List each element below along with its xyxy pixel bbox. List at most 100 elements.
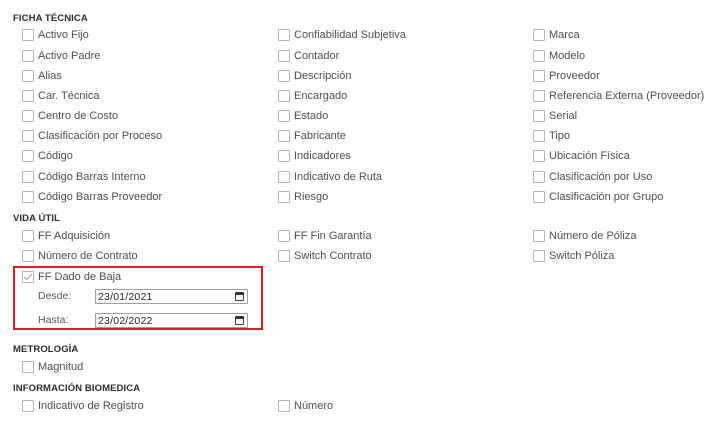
checkbox-activo-fijo[interactable]: Activo Fijo bbox=[22, 27, 89, 43]
checkbox-box[interactable] bbox=[22, 171, 34, 183]
calendar-icon[interactable] bbox=[235, 292, 244, 301]
checkbox-box[interactable] bbox=[278, 110, 290, 122]
checkbox-label: Número de Contrato bbox=[38, 250, 138, 262]
checkbox-contador[interactable]: Contador bbox=[278, 48, 339, 64]
checkbox-riesgo[interactable]: Riesgo bbox=[278, 189, 328, 205]
checkbox-box[interactable] bbox=[22, 250, 34, 262]
checkbox-alias[interactable]: Alias bbox=[22, 68, 62, 84]
checkbox-referencia-externa[interactable]: Referencia Externa (Proveedor) bbox=[533, 88, 704, 104]
checkbox-ff-dado-de-baja[interactable]: FF Dado de Baja bbox=[22, 269, 121, 285]
checkbox-label: Fabricante bbox=[294, 130, 346, 142]
checkbox-codigo[interactable]: Código bbox=[22, 148, 73, 164]
checkbox-proveedor[interactable]: Proveedor bbox=[533, 68, 600, 84]
checkbox-box[interactable] bbox=[278, 250, 290, 262]
checkbox-box[interactable] bbox=[22, 130, 34, 142]
checkbox-centro-de-costo[interactable]: Centro de Costo bbox=[22, 108, 118, 124]
calendar-icon[interactable] bbox=[235, 316, 244, 325]
checkbox-box[interactable] bbox=[533, 171, 545, 183]
hasta-date-value: 23/02/2022 bbox=[98, 314, 153, 327]
checkbox-label: Activo Padre bbox=[38, 50, 101, 62]
checkbox-label: Código Barras Interno bbox=[38, 171, 146, 183]
checkbox-clasificacion-por-proceso[interactable]: Clasificación por Proceso bbox=[22, 128, 162, 144]
checkbox-box[interactable] bbox=[533, 110, 545, 122]
checkbox-car-tecnica[interactable]: Car. Técnica bbox=[22, 88, 100, 104]
checkbox-encargado[interactable]: Encargado bbox=[278, 88, 347, 104]
checkbox-label: FF Adquisición bbox=[38, 230, 111, 242]
checkbox-label: Encargado bbox=[294, 90, 348, 102]
checkbox-label: Riesgo bbox=[294, 191, 329, 203]
checkbox-label: Clasificación por Uso bbox=[549, 171, 653, 183]
checkbox-label: Marca bbox=[549, 29, 580, 41]
desde-date-input[interactable]: 23/01/2021 bbox=[95, 289, 248, 304]
checkbox-box[interactable] bbox=[533, 230, 545, 242]
checkbox-box[interactable] bbox=[278, 70, 290, 82]
checkbox-codigo-barras-interno[interactable]: Código Barras Interno bbox=[22, 169, 146, 185]
checkbox-box[interactable] bbox=[278, 29, 290, 41]
checkbox-tipo[interactable]: Tipo bbox=[533, 128, 570, 144]
checkbox-serial[interactable]: Serial bbox=[533, 108, 577, 124]
hasta-date-input[interactable]: 23/02/2022 bbox=[95, 313, 248, 328]
checkbox-fabricante[interactable]: Fabricante bbox=[278, 128, 346, 144]
checkbox-box[interactable] bbox=[533, 50, 545, 62]
checkbox-box[interactable] bbox=[533, 29, 545, 41]
checkbox-descripcion[interactable]: Descripción bbox=[278, 68, 351, 84]
checkbox-label: Indicativo de Registro bbox=[38, 400, 144, 412]
checkbox-indicadores[interactable]: Indicadores bbox=[278, 148, 351, 164]
checkbox-box[interactable] bbox=[533, 70, 545, 82]
checkbox-activo-padre[interactable]: Activo Padre bbox=[22, 48, 100, 64]
checkbox-label: Tipo bbox=[549, 130, 570, 142]
checkbox-label: Clasificación por Grupo bbox=[549, 191, 664, 203]
checkbox-box[interactable] bbox=[278, 171, 290, 183]
checkbox-box[interactable] bbox=[278, 50, 290, 62]
checkbox-clasificacion-por-uso[interactable]: Clasificación por Uso bbox=[533, 169, 652, 185]
checkbox-numero-de-poliza[interactable]: Número de Póliza bbox=[533, 228, 636, 244]
checkbox-codigo-barras-proveedor[interactable]: Código Barras Proveedor bbox=[22, 189, 162, 205]
checkbox-label: Referencia Externa (Proveedor) bbox=[549, 90, 705, 102]
checkbox-modelo[interactable]: Modelo bbox=[533, 48, 585, 64]
checkbox-ff-adquisicion[interactable]: FF Adquisición bbox=[22, 228, 110, 244]
checkbox-box[interactable] bbox=[533, 250, 545, 262]
checkbox-numero-de-contrato[interactable]: Número de Contrato bbox=[22, 248, 138, 264]
checkbox-label: Estado bbox=[294, 110, 329, 122]
checkbox-box[interactable] bbox=[22, 400, 34, 412]
checkbox-box[interactable] bbox=[22, 70, 34, 82]
checkbox-clasificacion-por-grupo[interactable]: Clasificación por Grupo bbox=[533, 189, 663, 205]
checkbox-magnitud[interactable]: Magnitud bbox=[22, 359, 83, 375]
checkbox-box[interactable] bbox=[278, 90, 290, 102]
checkbox-box[interactable] bbox=[278, 230, 290, 242]
checkbox-confiabilidad-subjetiva[interactable]: Confiabilidad Subjetiva bbox=[278, 27, 406, 43]
checkbox-box[interactable] bbox=[533, 90, 545, 102]
checkbox-box[interactable] bbox=[22, 230, 34, 242]
checkbox-box[interactable] bbox=[22, 150, 34, 162]
checkbox-label: Centro de Costo bbox=[38, 110, 119, 122]
checkbox-label: Indicadores bbox=[294, 150, 351, 162]
checkbox-box[interactable] bbox=[533, 130, 545, 142]
checkbox-ff-fin-garantia[interactable]: FF Fin Garantía bbox=[278, 228, 372, 244]
checkbox-box[interactable] bbox=[278, 150, 290, 162]
checkbox-label: Switch Contrato bbox=[294, 250, 372, 262]
checkbox-label: Magnitud bbox=[38, 361, 84, 373]
section-title-vida-util: VIDA ÚTIL bbox=[13, 213, 60, 224]
checkbox-box[interactable] bbox=[533, 191, 545, 203]
checkbox-switch-contrato[interactable]: Switch Contrato bbox=[278, 248, 372, 264]
checkbox-box[interactable] bbox=[278, 191, 290, 203]
checkbox-box[interactable] bbox=[22, 90, 34, 102]
checkbox-box[interactable] bbox=[22, 361, 34, 373]
checkbox-box[interactable] bbox=[278, 400, 290, 412]
checkbox-estado[interactable]: Estado bbox=[278, 108, 328, 124]
checkbox-box-checked[interactable] bbox=[22, 271, 34, 283]
checkbox-box[interactable] bbox=[22, 191, 34, 203]
checkbox-label: Alias bbox=[38, 70, 62, 82]
checkbox-marca[interactable]: Marca bbox=[533, 27, 580, 43]
checkbox-box[interactable] bbox=[533, 150, 545, 162]
checkbox-box[interactable] bbox=[22, 50, 34, 62]
checkbox-box[interactable] bbox=[278, 130, 290, 142]
section-title-metrologia: METROLOGÍA bbox=[13, 344, 79, 355]
checkbox-box[interactable] bbox=[22, 29, 34, 41]
checkbox-indicativo-de-registro[interactable]: Indicativo de Registro bbox=[22, 398, 144, 414]
checkbox-indicativo-de-ruta[interactable]: Indicativo de Ruta bbox=[278, 169, 382, 185]
checkbox-switch-poliza[interactable]: Switch Póliza bbox=[533, 248, 614, 264]
checkbox-box[interactable] bbox=[22, 110, 34, 122]
checkbox-ubicacion-fisica[interactable]: Ubicación Física bbox=[533, 148, 630, 164]
checkbox-numero[interactable]: Número bbox=[278, 398, 333, 414]
